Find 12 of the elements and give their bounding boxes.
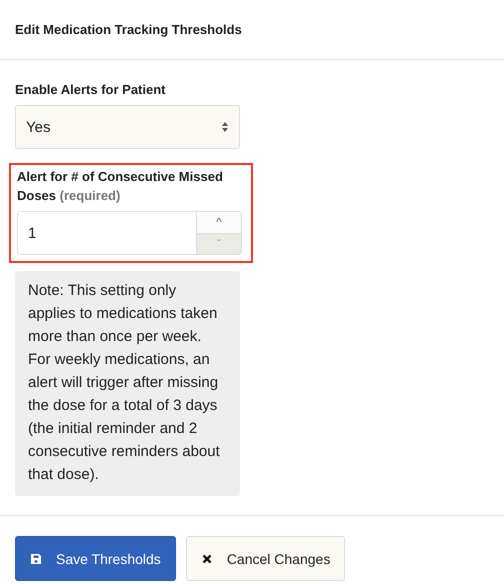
sort-arrows-icon xyxy=(221,121,229,133)
save-button[interactable]: Save Thresholds xyxy=(15,536,176,581)
note-text: Note: This setting only applies to medications taken more than once per week. For weekly medications, an alert will trigger after missing the dose for a total of 3 days (the initial reminder and 2 consecutive reminders about that dose). xyxy=(15,271,240,496)
dialog-title: Edit Medication Tracking Thresholds xyxy=(15,22,242,37)
field-label: Alert for # of Consecutive Missed Doses (required) xyxy=(17,169,223,203)
increment-button[interactable]: ^ xyxy=(197,212,241,234)
number-field[interactable]: 1 ^ ˇ xyxy=(17,211,242,255)
close-icon xyxy=(200,552,213,564)
cancel-button[interactable]: Cancel Changes xyxy=(186,536,346,581)
field-label: Enable Alerts for Patient xyxy=(15,81,166,99)
save-icon xyxy=(30,552,42,564)
alerts-select[interactable]: Yes xyxy=(15,105,240,149)
